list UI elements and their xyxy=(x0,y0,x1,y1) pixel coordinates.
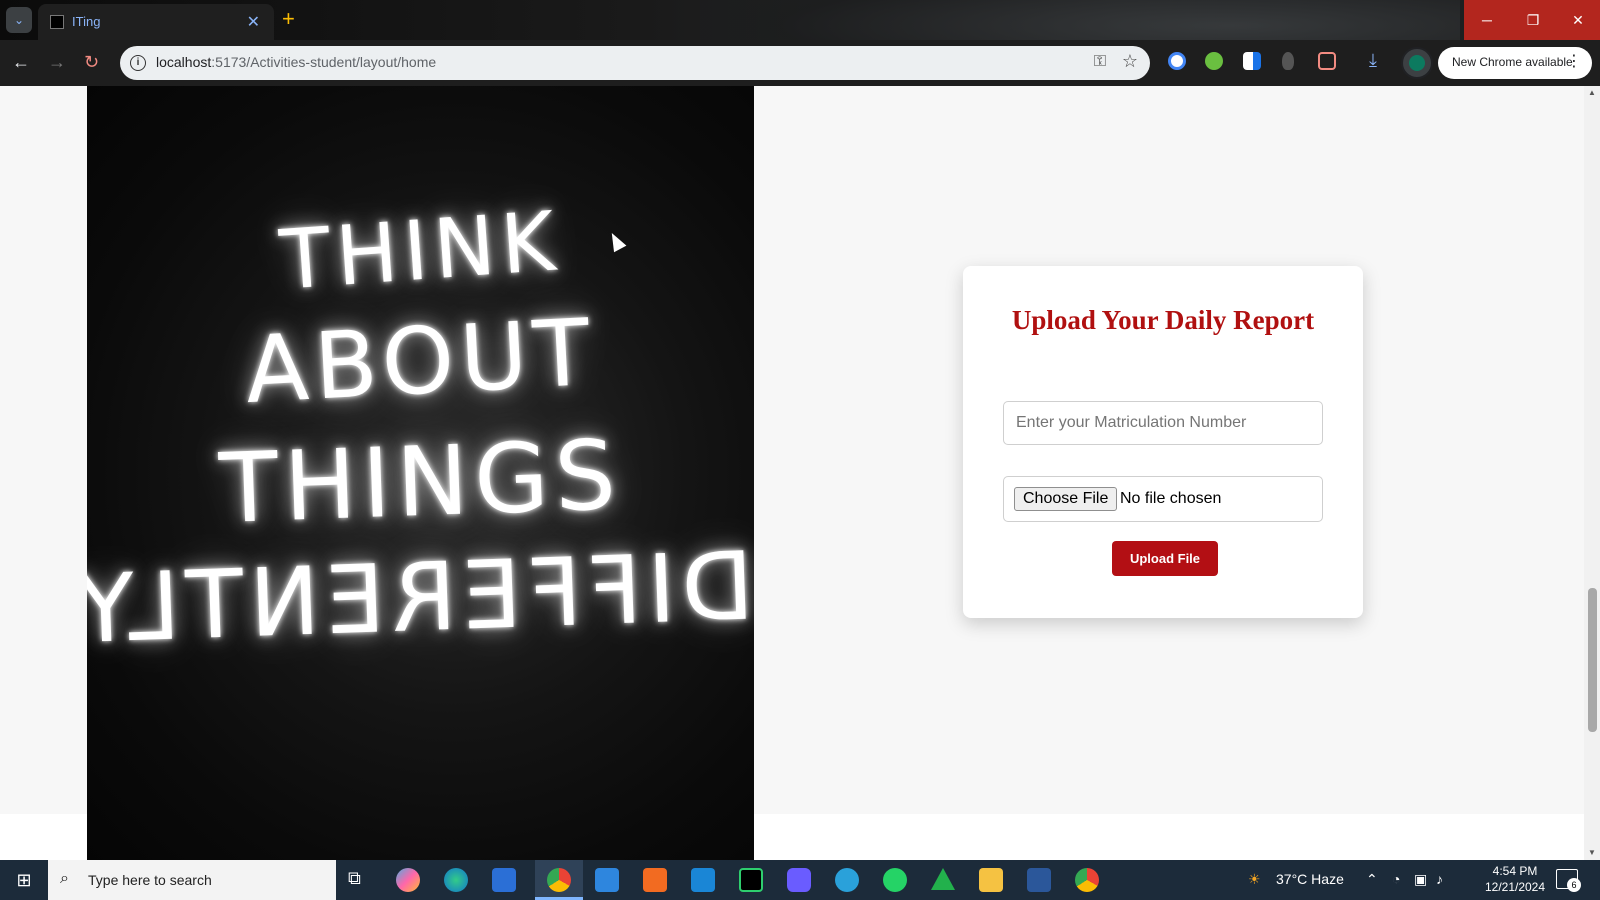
new-tab-icon[interactable]: + xyxy=(282,8,295,30)
tab-favicon-icon xyxy=(50,15,64,29)
task-view-icon[interactable]: ⧉ xyxy=(348,868,372,892)
app-triangle-icon[interactable] xyxy=(931,868,955,890)
password-key-icon[interactable]: ⚿ xyxy=(1094,53,1106,71)
taskbar-clock[interactable]: 4:54 PM 12/21/2024 xyxy=(1480,863,1550,895)
whatsapp-icon[interactable] xyxy=(883,868,907,892)
tab-close-icon[interactable]: ✕ xyxy=(247,12,260,32)
clock-date: 12/21/2024 xyxy=(1484,880,1546,894)
upload-file-button[interactable]: Upload File xyxy=(1112,541,1218,576)
weather-text[interactable]: 37°C Haze xyxy=(1276,871,1344,887)
taskbar-search-placeholder: Type here to search xyxy=(88,872,212,888)
bookmark-star-icon[interactable]: ☆ xyxy=(1122,51,1138,72)
app-icon[interactable] xyxy=(787,868,811,892)
browser-tab[interactable]: ITing ✕ xyxy=(38,4,274,40)
word-icon[interactable] xyxy=(1027,868,1051,892)
matriculation-number-input[interactable] xyxy=(1003,401,1323,445)
update-label: New Chrome available xyxy=(1452,55,1573,69)
taskbar-search-box[interactable]: ⌕ Type here to search xyxy=(48,860,336,900)
copilot-icon[interactable] xyxy=(396,868,420,892)
back-arrow-icon[interactable]: ← xyxy=(12,52,30,72)
site-info-icon[interactable]: i xyxy=(130,55,146,71)
url-text[interactable]: localhost:5173/Activities-student/layout… xyxy=(156,54,436,70)
xampp-icon[interactable] xyxy=(643,868,667,892)
store-icon[interactable] xyxy=(492,868,516,892)
address-bar[interactable]: i localhost:5173/Activities-student/layo… xyxy=(120,46,1150,80)
profile-avatar[interactable] xyxy=(1401,47,1433,79)
choose-file-button[interactable]: Choose File xyxy=(1014,487,1118,511)
chrome-icon[interactable] xyxy=(547,868,571,892)
file-explorer-icon[interactable] xyxy=(979,868,1003,892)
mail-icon[interactable] xyxy=(595,868,619,892)
notification-count: 6 xyxy=(1567,878,1581,892)
forward-arrow-icon[interactable]: → xyxy=(48,52,66,72)
scroll-down-icon[interactable]: ▼ xyxy=(1588,848,1596,857)
tray-overflow-icon[interactable]: ⌃ xyxy=(1366,871,1378,888)
chrome-update-button[interactable]: New Chrome available ⋮ xyxy=(1438,47,1592,79)
browser-toolbar: ← → ↻ i localhost:5173/Activities-studen… xyxy=(0,40,1600,86)
windows-taskbar: ⊞ ⌕ Type here to search ⧉ ☀ 37°C Haze ⌃ … xyxy=(0,860,1600,900)
tab-search-icon[interactable]: ⌄ xyxy=(6,7,32,33)
neon-line-4: DIFFERENTLY xyxy=(87,532,754,666)
tab-title: ITing xyxy=(72,14,101,29)
kebab-menu-icon[interactable]: ⋮ xyxy=(1566,51,1582,71)
notification-icon[interactable]: 6 xyxy=(1556,869,1581,892)
scrollbar-thumb[interactable] xyxy=(1588,588,1597,732)
clock-time: 4:54 PM xyxy=(1492,864,1538,878)
browser-title-bar: ⌄ ITing ✕ + ─ ❐ ✕ xyxy=(0,0,1600,86)
download-icon[interactable]: ⤓ xyxy=(1369,50,1377,71)
upload-report-card: Upload Your Daily Report Choose File No … xyxy=(963,266,1363,618)
chrome-profile-icon[interactable] xyxy=(1075,868,1099,892)
weather-icon[interactable]: ☀ xyxy=(1248,871,1261,888)
telegram-icon[interactable] xyxy=(835,868,859,892)
no-file-chosen-text: No file chosen xyxy=(1120,490,1222,507)
file-input[interactable]: Choose File No file chosen xyxy=(1003,476,1323,522)
close-window-button[interactable]: ✕ xyxy=(1556,0,1600,40)
neon-sign-image: THINK ABOUT THINGS DIFFERENTLY xyxy=(87,86,754,860)
page-scrollbar[interactable]: ▲ ▼ xyxy=(1584,86,1600,860)
chrome-extension-icon[interactable] xyxy=(1168,52,1186,70)
blue-extension-icon[interactable] xyxy=(1243,52,1261,70)
mouse-extension-icon[interactable] xyxy=(1282,52,1294,70)
windows-start-icon[interactable]: ⊞ xyxy=(0,860,48,900)
pycharm-icon[interactable] xyxy=(739,868,763,892)
minimize-button[interactable]: ─ xyxy=(1464,0,1510,40)
scroll-up-icon[interactable]: ▲ xyxy=(1588,88,1596,97)
reload-icon[interactable]: ↻ xyxy=(84,52,99,72)
meet-now-icon[interactable]: ▣ xyxy=(1414,871,1427,888)
form-title: Upload Your Daily Report xyxy=(1011,305,1315,335)
restore-button[interactable]: ❐ xyxy=(1510,0,1556,40)
page-content: THINK ABOUT THINGS DIFFERENTLY Upload Yo… xyxy=(0,86,1584,860)
neon-line-3: THINGS xyxy=(217,419,624,545)
green-extension-icon[interactable] xyxy=(1205,52,1223,70)
search-icon: ⌕ xyxy=(60,870,69,887)
network-icon[interactable]: ◔ xyxy=(1392,871,1400,887)
extensions-puzzle-icon[interactable] xyxy=(1318,52,1336,70)
vscode-icon[interactable] xyxy=(691,868,715,892)
edge-icon[interactable] xyxy=(444,868,468,892)
volume-icon[interactable]: ♪ xyxy=(1436,871,1443,887)
